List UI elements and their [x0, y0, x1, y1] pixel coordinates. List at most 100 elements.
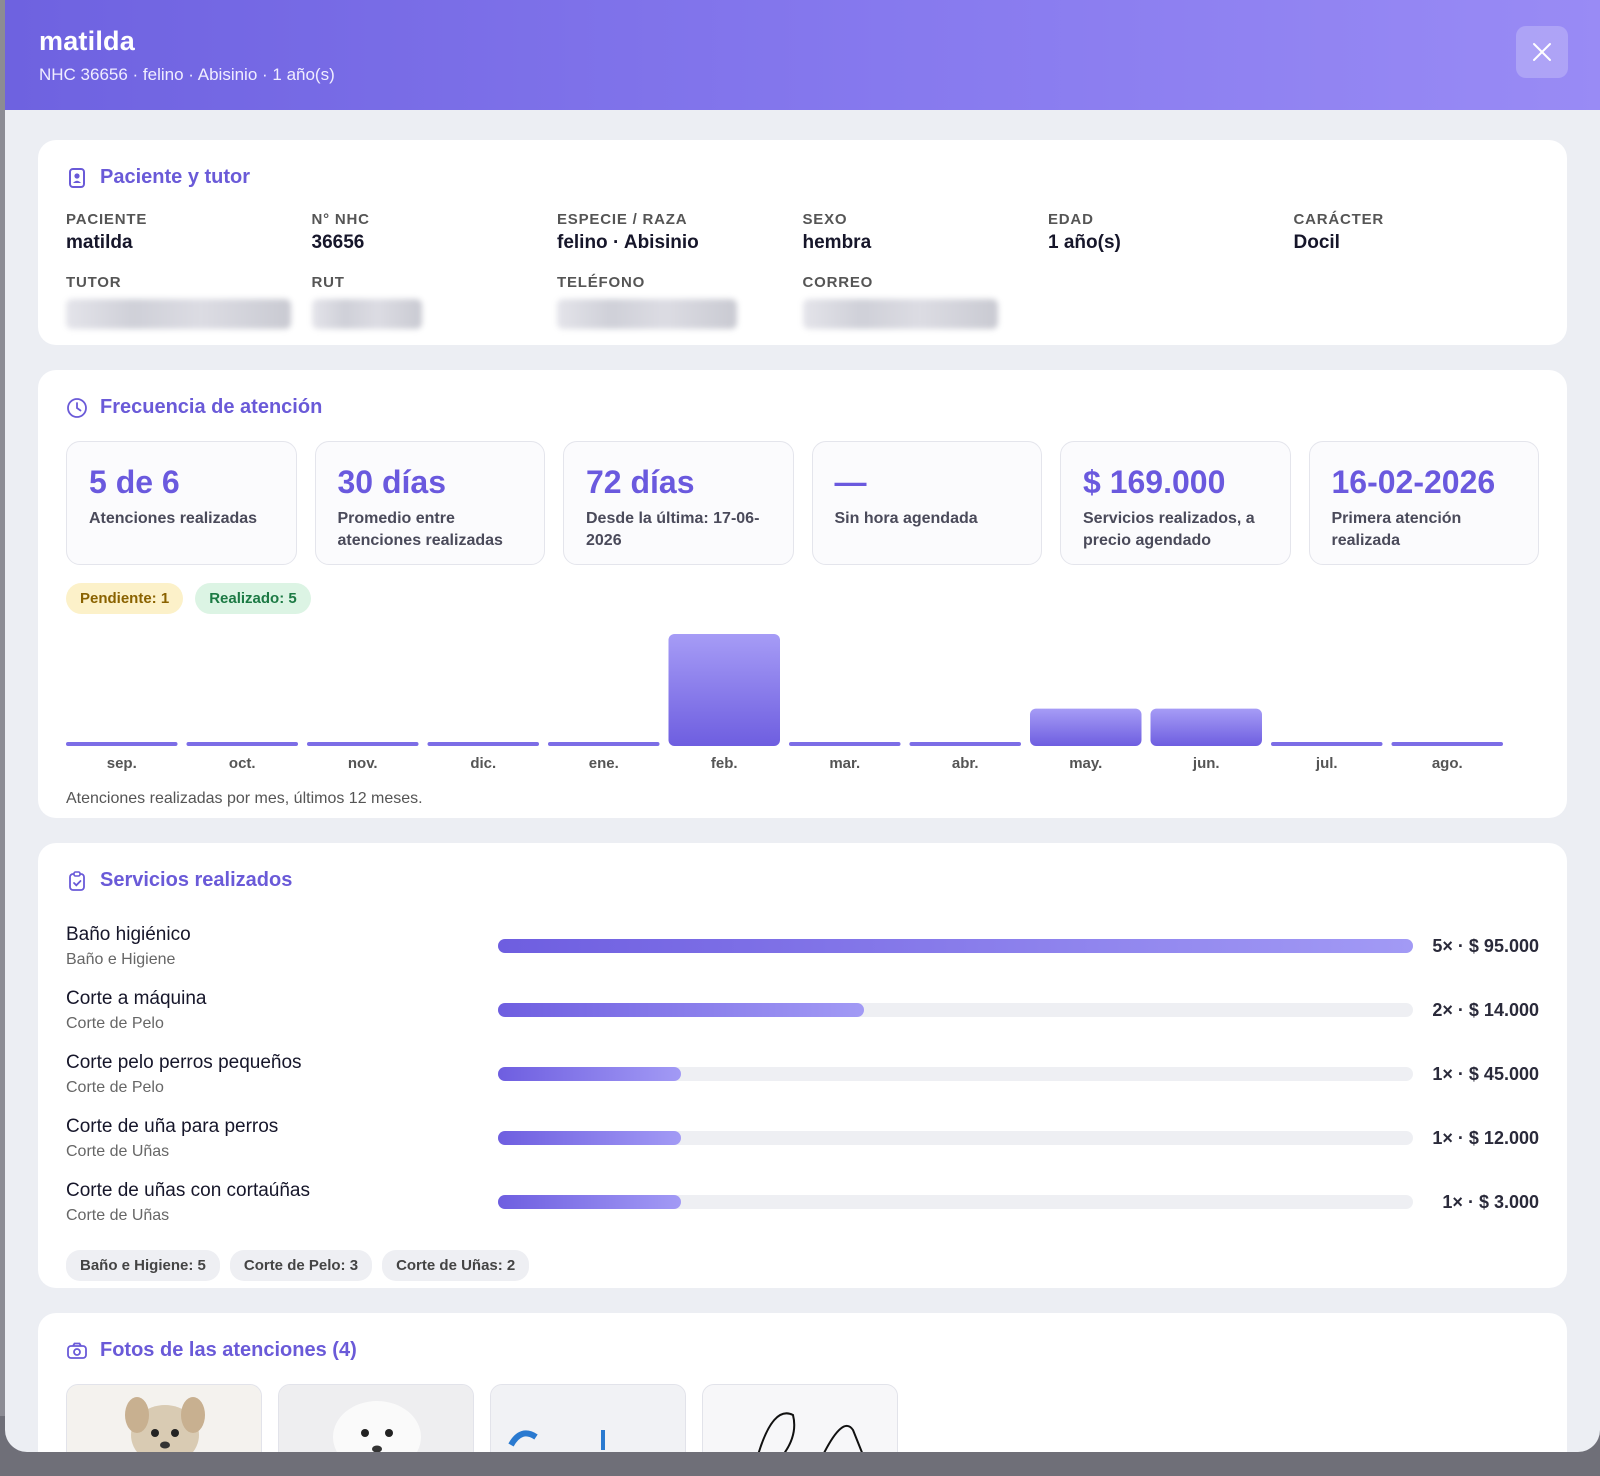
chart-bar-oct — [186, 742, 298, 746]
chart-bar-nov — [307, 742, 419, 746]
field-label: ESPECIE / RAZA — [557, 211, 688, 228]
service-row: Corte a máquina Corte de Pelo 2× · $ 14.00… — [66, 978, 1539, 1042]
id-badge-icon — [66, 167, 88, 189]
field-nhc: N° NHC 36656 — [312, 211, 558, 254]
service-amount: 2× · $ 14.000 — [1432, 999, 1539, 1020]
field-value: hembra — [802, 232, 872, 253]
chart-tick-label: sep. — [107, 755, 137, 772]
service-bar-fill — [498, 1003, 864, 1017]
stat-label: Primera atención realizada — [1331, 510, 1462, 549]
chart-tick-label: ago. — [1432, 755, 1463, 772]
field-label: PACIENTE — [66, 211, 148, 228]
field-tutor: TUTOR — [66, 274, 312, 329]
stat-value: — — [834, 464, 867, 500]
chart-tick-label: may. — [1069, 755, 1102, 772]
chart-bar-may — [1030, 708, 1142, 746]
service-list: Baño higiénico Baño e Higiene 5× · $ 95.00… — [66, 914, 1539, 1234]
chart-bar-ene — [548, 742, 660, 746]
done-badge: Realizado: 5 — [195, 583, 311, 614]
stat-label: Desde la última: 17-06-2026 — [586, 510, 760, 549]
stat-value: 5 de 6 — [89, 464, 180, 500]
chart-tick-label: abr. — [952, 755, 979, 772]
dog-photo — [67, 1385, 261, 1452]
redacted-value — [557, 299, 737, 329]
modal-title: matilda — [39, 26, 135, 56]
chart-tick-label: mar. — [829, 755, 860, 772]
service-category: Corte de Pelo — [66, 1078, 164, 1096]
service-name: Corte de uña para perros — [66, 1115, 279, 1137]
field-value: Docil — [1293, 232, 1340, 253]
chart-tick-label: jul. — [1315, 755, 1338, 772]
field-label: N° NHC — [311, 211, 370, 228]
service-bar-track — [498, 1067, 1413, 1081]
stat-label: Servicios realizados, a precio agendado — [1083, 510, 1255, 549]
clock-icon — [66, 397, 88, 419]
category-tag: Baño e Higiene: 5 — [66, 1250, 220, 1281]
photo-thumbnail-dog-1[interactable] — [66, 1384, 262, 1452]
field-value: 36656 — [311, 232, 365, 253]
field-label: CARÁCTER — [1293, 211, 1385, 228]
redacted-value — [311, 299, 422, 329]
close-button[interactable] — [1516, 26, 1568, 78]
field-label: CORREO — [802, 274, 874, 291]
service-category: Corte de Uñas — [66, 1142, 170, 1160]
photo-thumbnail-signature[interactable] — [702, 1384, 898, 1452]
field-correo: CORREO — [802, 274, 1049, 329]
service-category: Corte de Uñas — [66, 1206, 170, 1224]
service-name: Corte de uñas con cortaúñas — [66, 1179, 310, 1201]
stat-card-attended: 5 de 6 Atenciones realizadas — [66, 441, 297, 565]
service-bar-fill — [498, 1195, 681, 1209]
photo-thumbnail-dog-2[interactable] — [278, 1384, 474, 1452]
chart-bar-mar — [789, 742, 901, 746]
service-bar-track — [498, 1195, 1413, 1209]
service-category: Corte de Pelo — [66, 1014, 164, 1032]
stat-value: 16-02-2026 — [1331, 464, 1496, 500]
stat-card-average: 30 días Promedio entre atenciones realiz… — [314, 441, 545, 565]
dog-photo — [279, 1385, 473, 1452]
service-text: Corte a máquina Corte de Pelo — [66, 988, 498, 1033]
chart-tick-label: oct. — [229, 755, 256, 772]
service-name: Corte pelo perros pequeños — [66, 1051, 302, 1073]
field-label: RUT — [311, 274, 345, 291]
chart-tick-label: dic. — [470, 755, 496, 772]
field-edad: EDAD 1 año(s) — [1048, 211, 1294, 254]
service-text: Corte de uña para perros Corte de Uñas — [66, 1116, 498, 1161]
patient-modal: matilda NHC 36656 · felino · Abisinio · … — [5, 0, 1600, 1452]
chart-bar-jul — [1271, 742, 1383, 746]
frequency-card: Frecuencia de atención 5 de 6 Atenciones… — [38, 370, 1567, 818]
redacted-value — [802, 299, 998, 329]
modal-subtitle: NHC 36656 · felino · Abisinio · 1 año(s) — [39, 65, 335, 84]
pending-badge: Pendiente: 1 — [66, 583, 184, 614]
chart-caption: Atenciones realizadas por mes, últimos 1… — [66, 790, 423, 807]
chart-bar-feb — [668, 634, 780, 746]
chart-bar-ago — [1391, 742, 1503, 746]
service-amount: 1× · $ 12.000 — [1432, 1127, 1539, 1148]
field-value: felino · Abisinio — [557, 232, 699, 253]
field-caracter: CARÁCTER Docil — [1294, 211, 1540, 254]
stat-card-since-last: 72 días Desde la última: 17-06-2026 — [563, 441, 794, 565]
service-bar-fill — [498, 1067, 681, 1081]
patient-card-title: Paciente y tutor — [100, 166, 251, 188]
signature-photo — [703, 1385, 897, 1452]
field-paciente: PACIENTE matilda — [66, 211, 312, 254]
stat-value: 30 días — [337, 464, 447, 500]
chart-bar-sep — [66, 742, 178, 746]
field-telefono: TELÉFONO — [557, 274, 803, 329]
service-text: Baño higiénico Baño e Higiene — [66, 924, 498, 969]
photos-card-title: Fotos de las atenciones (4) — [100, 1339, 357, 1361]
chart-tick-label: feb. — [711, 755, 738, 772]
field-label: SEXO — [802, 211, 848, 228]
stat-label: Atenciones realizadas — [89, 510, 258, 527]
category-tag: Corte de Pelo: 3 — [229, 1250, 373, 1281]
service-bar-track — [498, 1131, 1413, 1145]
field-label: EDAD — [1048, 211, 1094, 228]
field-label: TELÉFONO — [557, 274, 646, 291]
stat-card-first: 16-02-2026 Primera atención realizada — [1308, 441, 1539, 565]
stat-card-next: — Sin hora agendada — [811, 441, 1042, 565]
field-value: 1 año(s) — [1048, 232, 1121, 253]
photo-thumbnail-document[interactable] — [490, 1384, 686, 1452]
service-category: Baño e Higiene — [66, 950, 176, 968]
service-name: Baño higiénico — [66, 923, 191, 945]
services-card-title: Servicios realizados — [100, 869, 293, 891]
stat-label: Sin hora agendada — [834, 510, 978, 527]
